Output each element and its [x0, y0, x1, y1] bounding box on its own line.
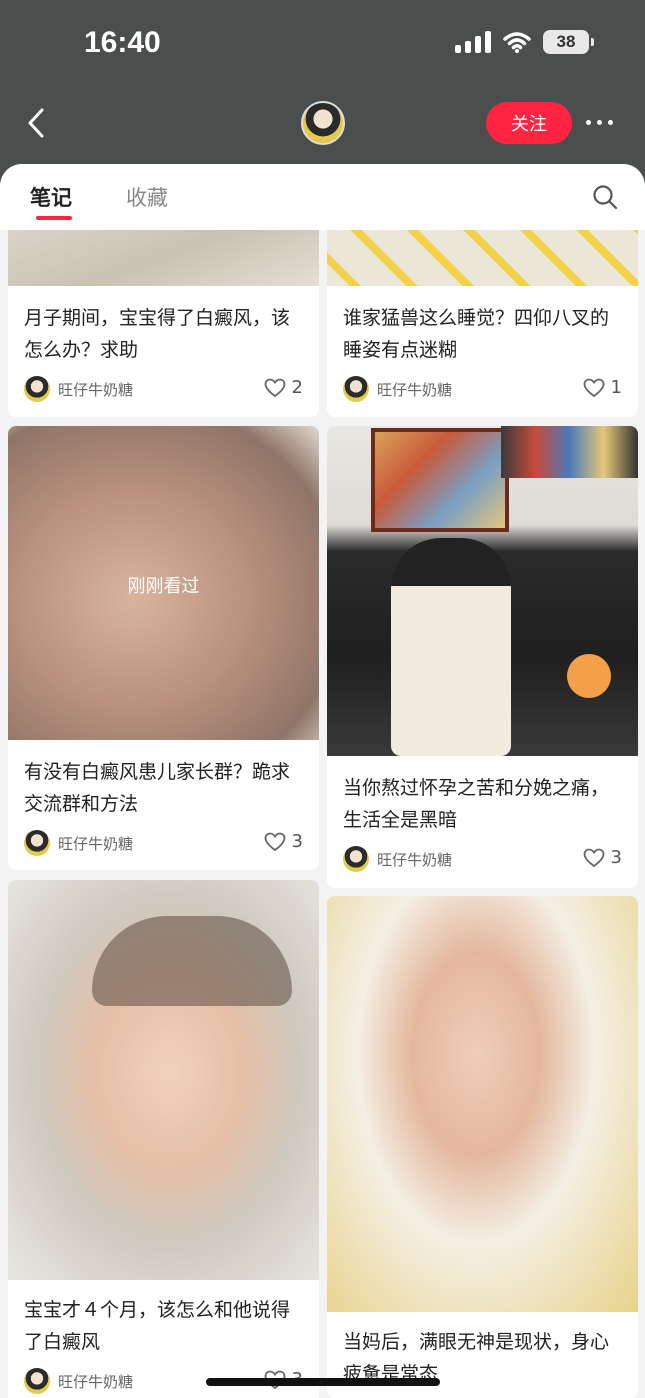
like-count: 3 — [610, 847, 622, 868]
like-count: 3 — [291, 831, 303, 852]
note-title: 月子期间，宝宝得了白癜风，该怎么办？求助 — [24, 307, 291, 361]
tab-collections[interactable]: 收藏 — [126, 182, 168, 212]
author-avatar — [343, 376, 369, 402]
follow-button[interactable]: 关注 — [486, 102, 572, 144]
author-name: 旺仔牛奶糖 — [377, 851, 453, 869]
author-name: 旺仔牛奶糖 — [58, 1373, 134, 1391]
like-count: 1 — [610, 377, 622, 398]
tab-notes-label: 笔记 — [30, 186, 72, 210]
more-icon[interactable] — [586, 110, 622, 134]
author-avatar — [24, 830, 50, 856]
note-cover-image — [327, 896, 638, 1312]
heart-icon — [264, 378, 285, 397]
author-name: 旺仔牛奶糖 — [58, 381, 134, 399]
note-meta: 旺仔牛奶糖 3 — [343, 846, 622, 874]
author-avatar — [24, 376, 50, 402]
wall-painting-2 — [501, 426, 638, 478]
heart-icon — [583, 378, 604, 397]
note-card[interactable]: 刚刚看过 有没有白癜风患儿家长群？跪求交流群和方法 旺仔牛奶糖 3 — [8, 426, 319, 870]
like-button[interactable]: 3 — [583, 847, 622, 868]
author-name: 旺仔牛奶糖 — [377, 381, 453, 399]
note-card[interactable]: 谁家猛兽这么睡觉？四仰八叉的睡姿有点迷糊 旺仔牛奶糖 1 — [327, 230, 638, 417]
note-meta: 旺仔牛奶糖 3 — [24, 830, 303, 858]
battery-icon: 38 — [543, 30, 594, 54]
top-nav: 关注 — [0, 88, 645, 164]
sunglasses-emoji-icon — [567, 654, 611, 698]
wall-painting — [371, 428, 509, 532]
tab-notes[interactable]: 笔记 — [30, 182, 72, 220]
heart-icon — [583, 848, 604, 867]
battery-level: 38 — [556, 32, 576, 51]
content-sheet: 笔记 收藏 月子期间，宝宝得了白癜风，该怎么办？求助 旺仔牛奶糖 2 谁家猛兽这… — [0, 164, 645, 1398]
note-cover-image — [327, 426, 638, 756]
note-title: 谁家猛兽这么睡觉？四仰八叉的睡姿有点迷糊 — [343, 307, 610, 361]
tab-collections-label: 收藏 — [126, 186, 168, 210]
note-cover-image: 刚刚看过 — [8, 426, 319, 740]
status-time: 16:40 — [84, 26, 161, 59]
recently-viewed-badge: 刚刚看过 — [127, 576, 200, 597]
like-count: 2 — [291, 377, 303, 398]
signal-icon — [455, 31, 491, 53]
baby-hair — [92, 916, 292, 1006]
like-button[interactable]: 1 — [583, 377, 622, 398]
like-button[interactable]: 3 — [264, 831, 303, 852]
status-icons: 38 — [455, 30, 594, 54]
note-title: 宝宝才４个月，该怎么和他说得了白癜风 — [24, 1299, 291, 1353]
note-meta: 旺仔牛奶糖 1 — [343, 376, 622, 404]
note-cover-image — [327, 230, 638, 286]
home-indicator[interactable] — [206, 1378, 440, 1386]
note-card[interactable]: 当你熬过怀孕之苦和分娩之痛，生活全是黑暗 旺仔牛奶糖 3 — [327, 426, 638, 888]
heart-icon — [264, 832, 285, 851]
note-meta: 旺仔牛奶糖 2 — [24, 376, 303, 404]
like-button[interactable]: 2 — [264, 377, 303, 398]
wifi-icon — [503, 32, 531, 53]
note-cover-image — [8, 230, 319, 286]
note-card[interactable]: 当妈后，满眼无神是现状，身心疲惫是常态 — [327, 896, 638, 1398]
back-icon[interactable] — [20, 106, 54, 140]
status-bar: 16:40 38 — [0, 0, 645, 88]
note-cover-image — [8, 880, 319, 1280]
note-card[interactable]: 宝宝才４个月，该怎么和他说得了白癜风 旺仔牛奶糖 3 — [8, 880, 319, 1398]
profile-avatar[interactable] — [301, 101, 345, 145]
note-title: 有没有白癜风患儿家长群？跪求交流群和方法 — [24, 761, 291, 815]
person-figure — [391, 538, 511, 756]
note-card[interactable]: 月子期间，宝宝得了白癜风，该怎么办？求助 旺仔牛奶糖 2 — [8, 230, 319, 417]
tab-active-indicator — [36, 216, 72, 220]
note-title: 当你熬过怀孕之苦和分娩之痛，生活全是黑暗 — [343, 777, 610, 831]
author-name: 旺仔牛奶糖 — [58, 835, 134, 853]
tab-bar: 笔记 收藏 — [0, 164, 645, 230]
author-avatar — [343, 846, 369, 872]
search-icon[interactable] — [592, 184, 618, 210]
author-avatar — [24, 1368, 50, 1394]
